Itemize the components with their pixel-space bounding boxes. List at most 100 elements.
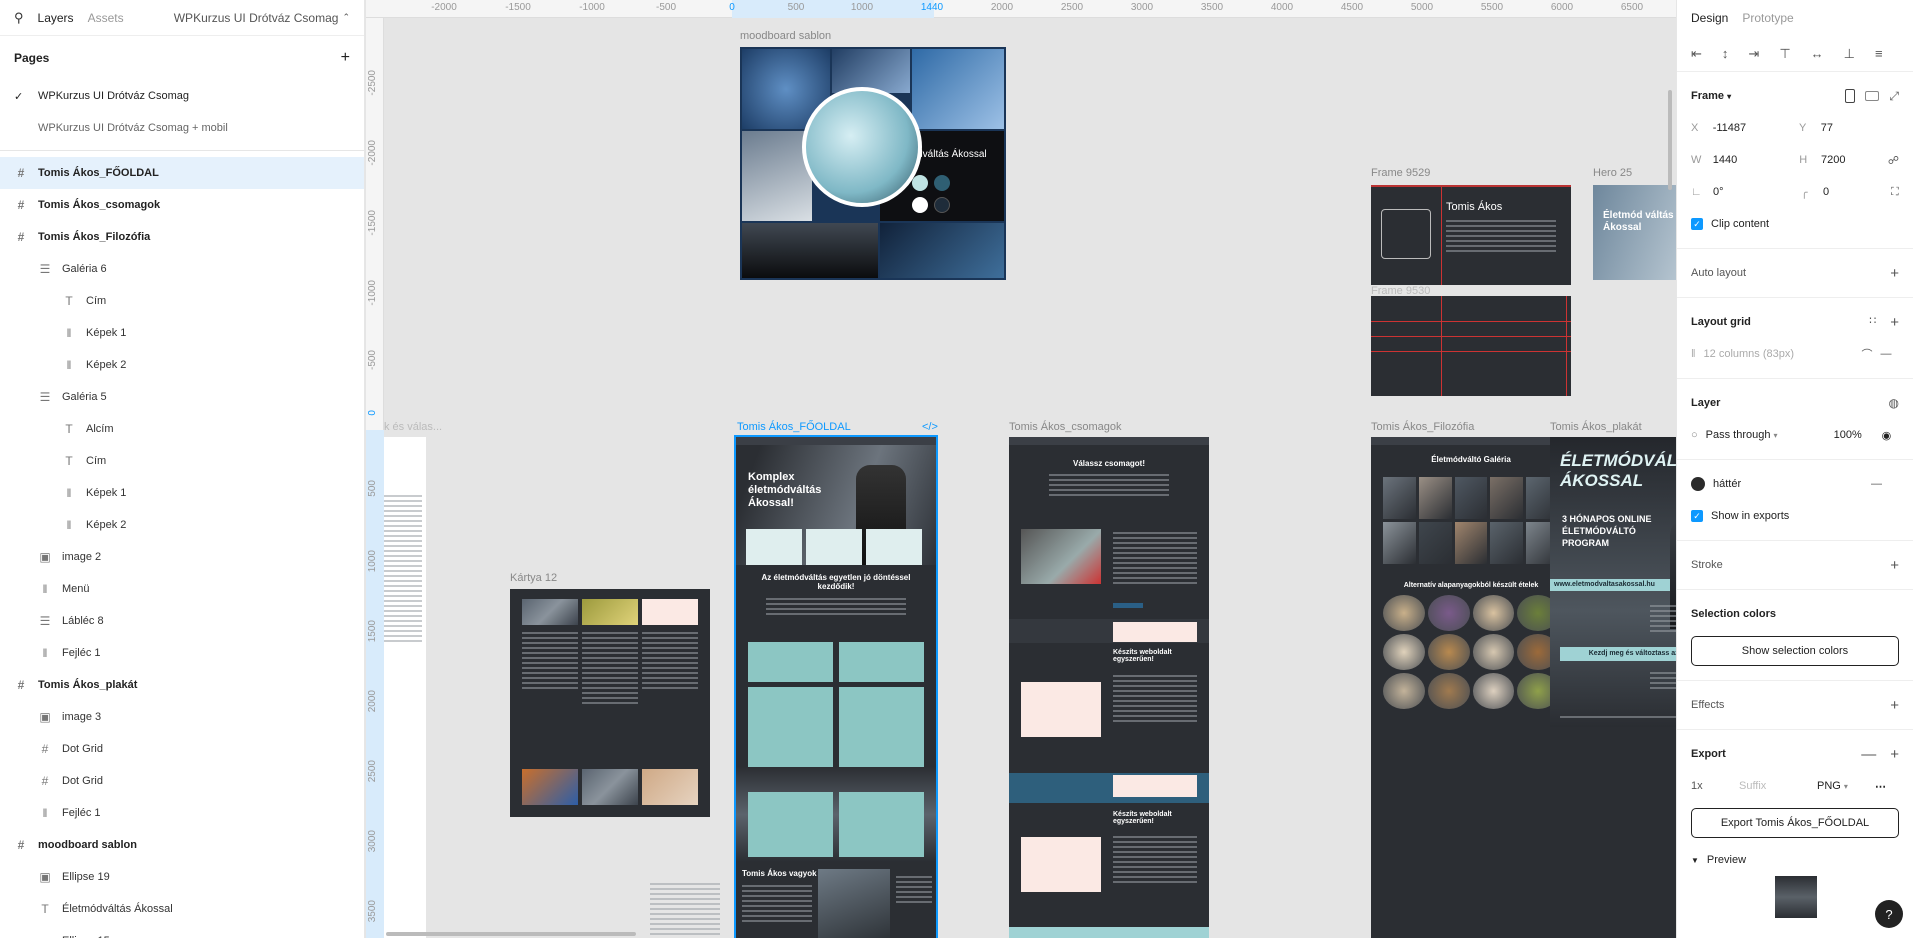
align-center-horizontal-icon[interactable]: ↕ xyxy=(1722,46,1729,61)
layer-item[interactable]: T Cím xyxy=(0,285,364,317)
frame-9530[interactable] xyxy=(1371,296,1571,396)
layout-grid-value[interactable]: 12 columns (83px) xyxy=(1704,348,1854,360)
mask-icon[interactable]: ◍ xyxy=(1889,396,1899,410)
moodboard-frame[interactable]: Életmódváltás Ákossal xyxy=(740,47,1006,280)
filozofia-frame[interactable]: Életmódváltó Galéria Alternatív alapanya… xyxy=(1371,437,1571,938)
corner-radius-input[interactable]: 0 xyxy=(1823,186,1883,198)
add-effect-icon[interactable]: + xyxy=(1890,697,1899,714)
remove-export-icon[interactable]: — xyxy=(1861,746,1876,763)
frame-label-partial[interactable]: k és válas... xyxy=(384,421,442,433)
preview-row[interactable]: ▼ Preview xyxy=(1691,844,1899,876)
width-input[interactable]: 1440 xyxy=(1713,154,1792,166)
resize-to-fit-icon[interactable]: ⤢ xyxy=(1889,89,1899,104)
y-input[interactable]: 77 xyxy=(1821,122,1899,134)
fill-swatch[interactable] xyxy=(1691,477,1705,491)
add-export-icon[interactable]: + xyxy=(1890,746,1899,763)
rotation-input[interactable]: 0° xyxy=(1713,186,1793,198)
layer-item[interactable]: # moodboard sablon xyxy=(0,829,364,861)
more-options-icon[interactable]: ⋯ xyxy=(1875,780,1886,793)
show-in-exports-checkbox[interactable]: ✓ xyxy=(1691,510,1703,522)
layer-item[interactable]: ☰ Galéria 6 xyxy=(0,253,364,285)
align-bottom-icon[interactable]: ⊥ xyxy=(1844,46,1855,62)
remove-fill-icon[interactable]: — xyxy=(1871,478,1882,490)
visibility-eye-icon[interactable]: ◉ xyxy=(1882,429,1892,442)
landscape-icon[interactable] xyxy=(1865,90,1880,101)
opacity-input[interactable]: 100% xyxy=(1834,429,1874,441)
layer-item[interactable]: ▣ image 2 xyxy=(0,541,364,573)
partial-frame[interactable] xyxy=(384,437,426,938)
frame-label-hero25[interactable]: Hero 25 xyxy=(1593,167,1632,179)
height-input[interactable]: 7200 xyxy=(1821,154,1880,166)
layer-item[interactable]: # Dot Grid xyxy=(0,733,364,765)
horizontal-scrollbar[interactable] xyxy=(386,932,636,936)
independent-corners-icon[interactable]: ⛶ xyxy=(1891,186,1899,199)
grid-styles-icon[interactable]: ∷ xyxy=(1869,314,1876,331)
layer-item[interactable]: T Cím xyxy=(0,445,364,477)
frame-label-filozofia[interactable]: Tomis Ákos_Filozófia xyxy=(1371,421,1474,433)
add-page-icon[interactable]: + xyxy=(341,49,350,67)
layer-item[interactable]: # Tomis Ákos_FŐOLDAL xyxy=(0,157,364,189)
clip-content-checkbox[interactable]: ✓ xyxy=(1691,218,1703,230)
hidden-eye-icon[interactable]: ⌒ xyxy=(1862,346,1873,362)
frame-label-plakat[interactable]: Tomis Ákos_plakát xyxy=(1550,421,1642,433)
layer-item[interactable]: ‖ Képek 1 xyxy=(0,477,364,509)
layer-item[interactable]: T Életmódváltás Ákossal xyxy=(0,893,364,925)
layer-item[interactable]: ‖ Képek 2 xyxy=(0,509,364,541)
export-button[interactable]: Export Tomis Ákos_FŐOLDAL xyxy=(1691,808,1899,838)
distribute-icon[interactable]: ≡ xyxy=(1875,46,1883,61)
tab-prototype[interactable]: Prototype xyxy=(1742,11,1793,25)
layer-item[interactable]: # Tomis Ákos_Filozófia xyxy=(0,221,364,253)
frame-label-9529[interactable]: Frame 9529 xyxy=(1371,167,1430,179)
columns-grid-icon[interactable]: ‖ xyxy=(1691,348,1696,360)
layer-item[interactable]: ‖ Képek 1 xyxy=(0,317,364,349)
x-input[interactable]: -11487 xyxy=(1713,122,1791,134)
layer-item[interactable]: T Alcím xyxy=(0,413,364,445)
align-top-icon[interactable]: ⊤ xyxy=(1779,46,1790,62)
frame-type-dropdown[interactable]: Frame ▾ xyxy=(1691,90,1731,102)
fill-style-name[interactable]: háttér xyxy=(1713,478,1863,490)
portrait-icon[interactable] xyxy=(1845,88,1856,103)
layer-item[interactable]: ☰ Galéria 5 xyxy=(0,381,364,413)
code-icon[interactable]: </> xyxy=(922,421,938,433)
search-icon[interactable]: ⚲ xyxy=(14,10,24,26)
kartya-12-frame[interactable] xyxy=(510,589,710,817)
frame-label-kartya[interactable]: Kártya 12 xyxy=(510,572,557,584)
layer-item[interactable]: ▣ Ellipse 19 xyxy=(0,861,364,893)
hero-25-frame[interactable]: Életmód váltás Ákossal xyxy=(1593,185,1676,280)
constrain-proportions-icon[interactable]: ☍ xyxy=(1888,154,1899,167)
frame-label-moodboard[interactable]: moodboard sablon xyxy=(740,30,831,42)
help-button[interactable]: ? xyxy=(1875,900,1903,928)
remove-grid-icon[interactable]: — xyxy=(1881,348,1892,360)
layer-item[interactable]: ‖ Képek 2 xyxy=(0,349,364,381)
page-item[interactable]: ✓ WPKurzus UI Drótváz Csomag xyxy=(0,80,364,112)
tab-design[interactable]: Design xyxy=(1691,11,1728,25)
canvas[interactable]: -2000 -1500 -1000 -500 0 500 1000 1440 2000 2500 3… xyxy=(366,0,1676,938)
layer-item[interactable]: ○Ellipse 15 xyxy=(0,925,364,938)
add-stroke-icon[interactable]: + xyxy=(1890,557,1899,574)
frame-label-fooldal[interactable]: Tomis Ákos_FŐOLDAL xyxy=(737,421,851,433)
layer-item[interactable]: # Dot Grid xyxy=(0,765,364,797)
align-left-icon[interactable]: ⇤ xyxy=(1691,46,1702,62)
add-auto-layout-icon[interactable]: + xyxy=(1890,265,1899,282)
fooldal-frame[interactable]: Komplex életmódváltás Ákossal! Az életmó… xyxy=(734,435,938,938)
export-format-dropdown[interactable]: PNG ▾ xyxy=(1817,780,1867,792)
export-scale[interactable]: 1x xyxy=(1691,780,1731,792)
layer-item[interactable]: ▣ image 3 xyxy=(0,701,364,733)
frame-9529[interactable]: Tomis Ákos xyxy=(1371,185,1571,285)
layer-item[interactable]: ‖ Menü xyxy=(0,573,364,605)
csomagok-frame[interactable]: Válassz csomagot! Készíts weboldalt egys… xyxy=(1009,437,1209,938)
file-name-dropdown[interactable]: WPKurzus UI Drótváz Csomag ⌃ xyxy=(174,11,350,25)
tab-assets[interactable]: Assets xyxy=(88,11,124,25)
layer-item[interactable]: # Tomis Ákos_csomagok xyxy=(0,189,364,221)
layer-item[interactable]: ‖ Fejléc 1 xyxy=(0,797,364,829)
frame-label-csomagok[interactable]: Tomis Ákos_csomagok xyxy=(1009,421,1122,433)
layer-item[interactable]: ☰ Lábléc 8 xyxy=(0,605,364,637)
blend-mode-dropdown[interactable]: Pass through ▾ xyxy=(1706,429,1826,441)
export-suffix-input[interactable]: Suffix xyxy=(1739,780,1809,792)
plakat-frame[interactable]: ÉLETMÓDVÁLTÁS ÁKOSSAL 3 HÓNAPOS ONLINE É… xyxy=(1550,437,1676,938)
align-right-icon[interactable]: ⇥ xyxy=(1748,46,1759,62)
tab-layers[interactable]: Layers xyxy=(38,11,74,25)
add-layout-grid-icon[interactable]: + xyxy=(1890,314,1899,331)
show-selection-colors-button[interactable]: Show selection colors xyxy=(1691,636,1899,666)
layer-item[interactable]: # Tomis Ákos_plakát xyxy=(0,669,364,701)
